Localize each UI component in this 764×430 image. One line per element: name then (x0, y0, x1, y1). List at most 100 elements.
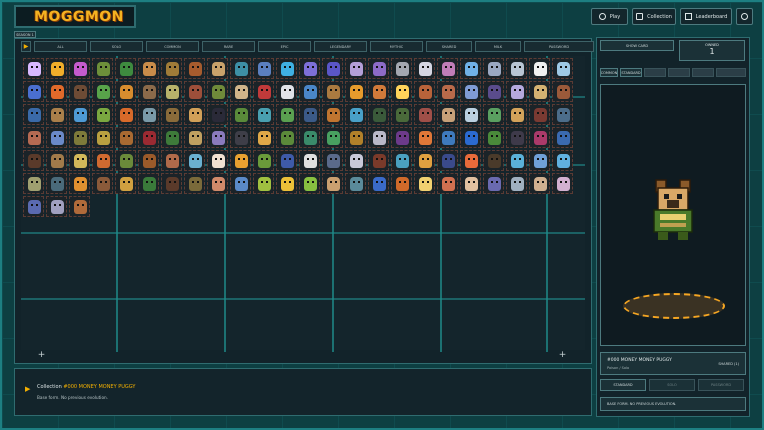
monster-card[interactable] (437, 127, 458, 148)
monster-card[interactable] (460, 173, 481, 194)
monster-card[interactable] (460, 58, 481, 79)
monster-card[interactable] (69, 81, 90, 102)
monster-card[interactable] (138, 58, 159, 79)
monster-card[interactable] (368, 127, 389, 148)
season-tab[interactable]: SEASON 1 (14, 31, 36, 38)
monster-card[interactable] (437, 104, 458, 125)
monster-card[interactable] (345, 150, 366, 171)
monster-card[interactable] (460, 150, 481, 171)
monster-card[interactable] (115, 58, 136, 79)
monster-card[interactable] (276, 127, 297, 148)
tab-common[interactable]: COMMON (600, 68, 618, 77)
monster-card[interactable] (552, 104, 573, 125)
monster-card[interactable] (368, 58, 389, 79)
monster-card[interactable] (345, 127, 366, 148)
monster-card[interactable] (483, 127, 504, 148)
monster-card[interactable] (391, 81, 412, 102)
monster-card[interactable] (184, 58, 205, 79)
monster-card[interactable] (92, 150, 113, 171)
tab-empty[interactable] (668, 68, 690, 77)
monster-card[interactable] (552, 127, 573, 148)
monster-card[interactable] (23, 173, 44, 194)
monster-card[interactable] (299, 127, 320, 148)
monster-card[interactable] (184, 81, 205, 102)
monster-card[interactable] (322, 81, 343, 102)
monster-card[interactable] (299, 150, 320, 171)
monster-card[interactable] (46, 150, 67, 171)
monster-card[interactable] (184, 104, 205, 125)
monster-card[interactable] (391, 127, 412, 148)
monster-card[interactable] (552, 173, 573, 194)
monster-card[interactable] (23, 81, 44, 102)
monster-card[interactable] (414, 58, 435, 79)
monster-card[interactable] (529, 81, 550, 102)
monster-card[interactable] (184, 150, 205, 171)
monster-card[interactable] (391, 173, 412, 194)
nav-play-button[interactable]: Play (591, 8, 628, 25)
monster-card[interactable] (299, 104, 320, 125)
monster-card[interactable] (276, 81, 297, 102)
monster-card[interactable] (437, 150, 458, 171)
filter-solo[interactable]: SOLO (90, 41, 143, 52)
monster-card[interactable] (299, 81, 320, 102)
show-card-button[interactable]: SHOW CARD (600, 40, 674, 51)
filter-epic[interactable]: EPIC (258, 41, 311, 52)
monster-card[interactable] (115, 104, 136, 125)
filter-milk[interactable]: MILK (475, 41, 521, 52)
monster-card[interactable] (207, 150, 228, 171)
monster-card[interactable] (46, 127, 67, 148)
password-button[interactable]: PASSWORD (698, 379, 744, 391)
monster-card[interactable] (253, 81, 274, 102)
monster-card[interactable] (483, 58, 504, 79)
monster-card[interactable] (207, 104, 228, 125)
monster-card[interactable] (322, 173, 343, 194)
monster-card[interactable] (460, 104, 481, 125)
monster-card[interactable] (276, 58, 297, 79)
monster-card[interactable] (552, 150, 573, 171)
monster-card[interactable] (207, 81, 228, 102)
monster-card[interactable] (230, 150, 251, 171)
filter-shared[interactable]: SHARED (426, 41, 472, 52)
filter-play-icon[interactable]: ▶ (21, 41, 31, 52)
monster-card[interactable] (414, 104, 435, 125)
monster-card[interactable] (138, 173, 159, 194)
monster-card[interactable] (506, 104, 527, 125)
monster-card[interactable] (69, 150, 90, 171)
monster-card[interactable] (46, 173, 67, 194)
filter-common[interactable]: COMMON (146, 41, 199, 52)
monster-card[interactable] (391, 104, 412, 125)
monster-card[interactable] (299, 58, 320, 79)
monster-card[interactable] (230, 81, 251, 102)
filter-mythic[interactable]: MYTHIC (370, 41, 423, 52)
filter-password[interactable]: PASSWORD (524, 41, 594, 52)
monster-card[interactable] (322, 127, 343, 148)
monster-card[interactable] (506, 81, 527, 102)
filter-all[interactable]: ALL (34, 41, 87, 52)
monster-card[interactable] (161, 104, 182, 125)
monster-card[interactable] (483, 150, 504, 171)
monster-card[interactable] (23, 104, 44, 125)
monster-card[interactable] (322, 104, 343, 125)
monster-card[interactable] (460, 81, 481, 102)
monster-card[interactable] (184, 127, 205, 148)
monster-card[interactable] (138, 81, 159, 102)
monster-card[interactable] (92, 173, 113, 194)
monster-card[interactable] (207, 173, 228, 194)
monster-card[interactable] (299, 173, 320, 194)
monster-card[interactable] (138, 127, 159, 148)
monster-card[interactable] (207, 127, 228, 148)
monster-card[interactable] (483, 173, 504, 194)
monster-card[interactable] (345, 173, 366, 194)
monster-card[interactable] (437, 58, 458, 79)
monster-card[interactable] (460, 127, 481, 148)
monster-card[interactable] (253, 173, 274, 194)
monster-card[interactable] (552, 58, 573, 79)
monster-card[interactable] (46, 58, 67, 79)
monster-card[interactable] (529, 173, 550, 194)
nav-leaderboard-button[interactable]: Leaderboard (680, 8, 732, 25)
monster-card[interactable] (92, 104, 113, 125)
monster-card[interactable] (161, 58, 182, 79)
monster-card[interactable] (230, 58, 251, 79)
monster-card[interactable] (483, 81, 504, 102)
monster-card[interactable] (23, 150, 44, 171)
